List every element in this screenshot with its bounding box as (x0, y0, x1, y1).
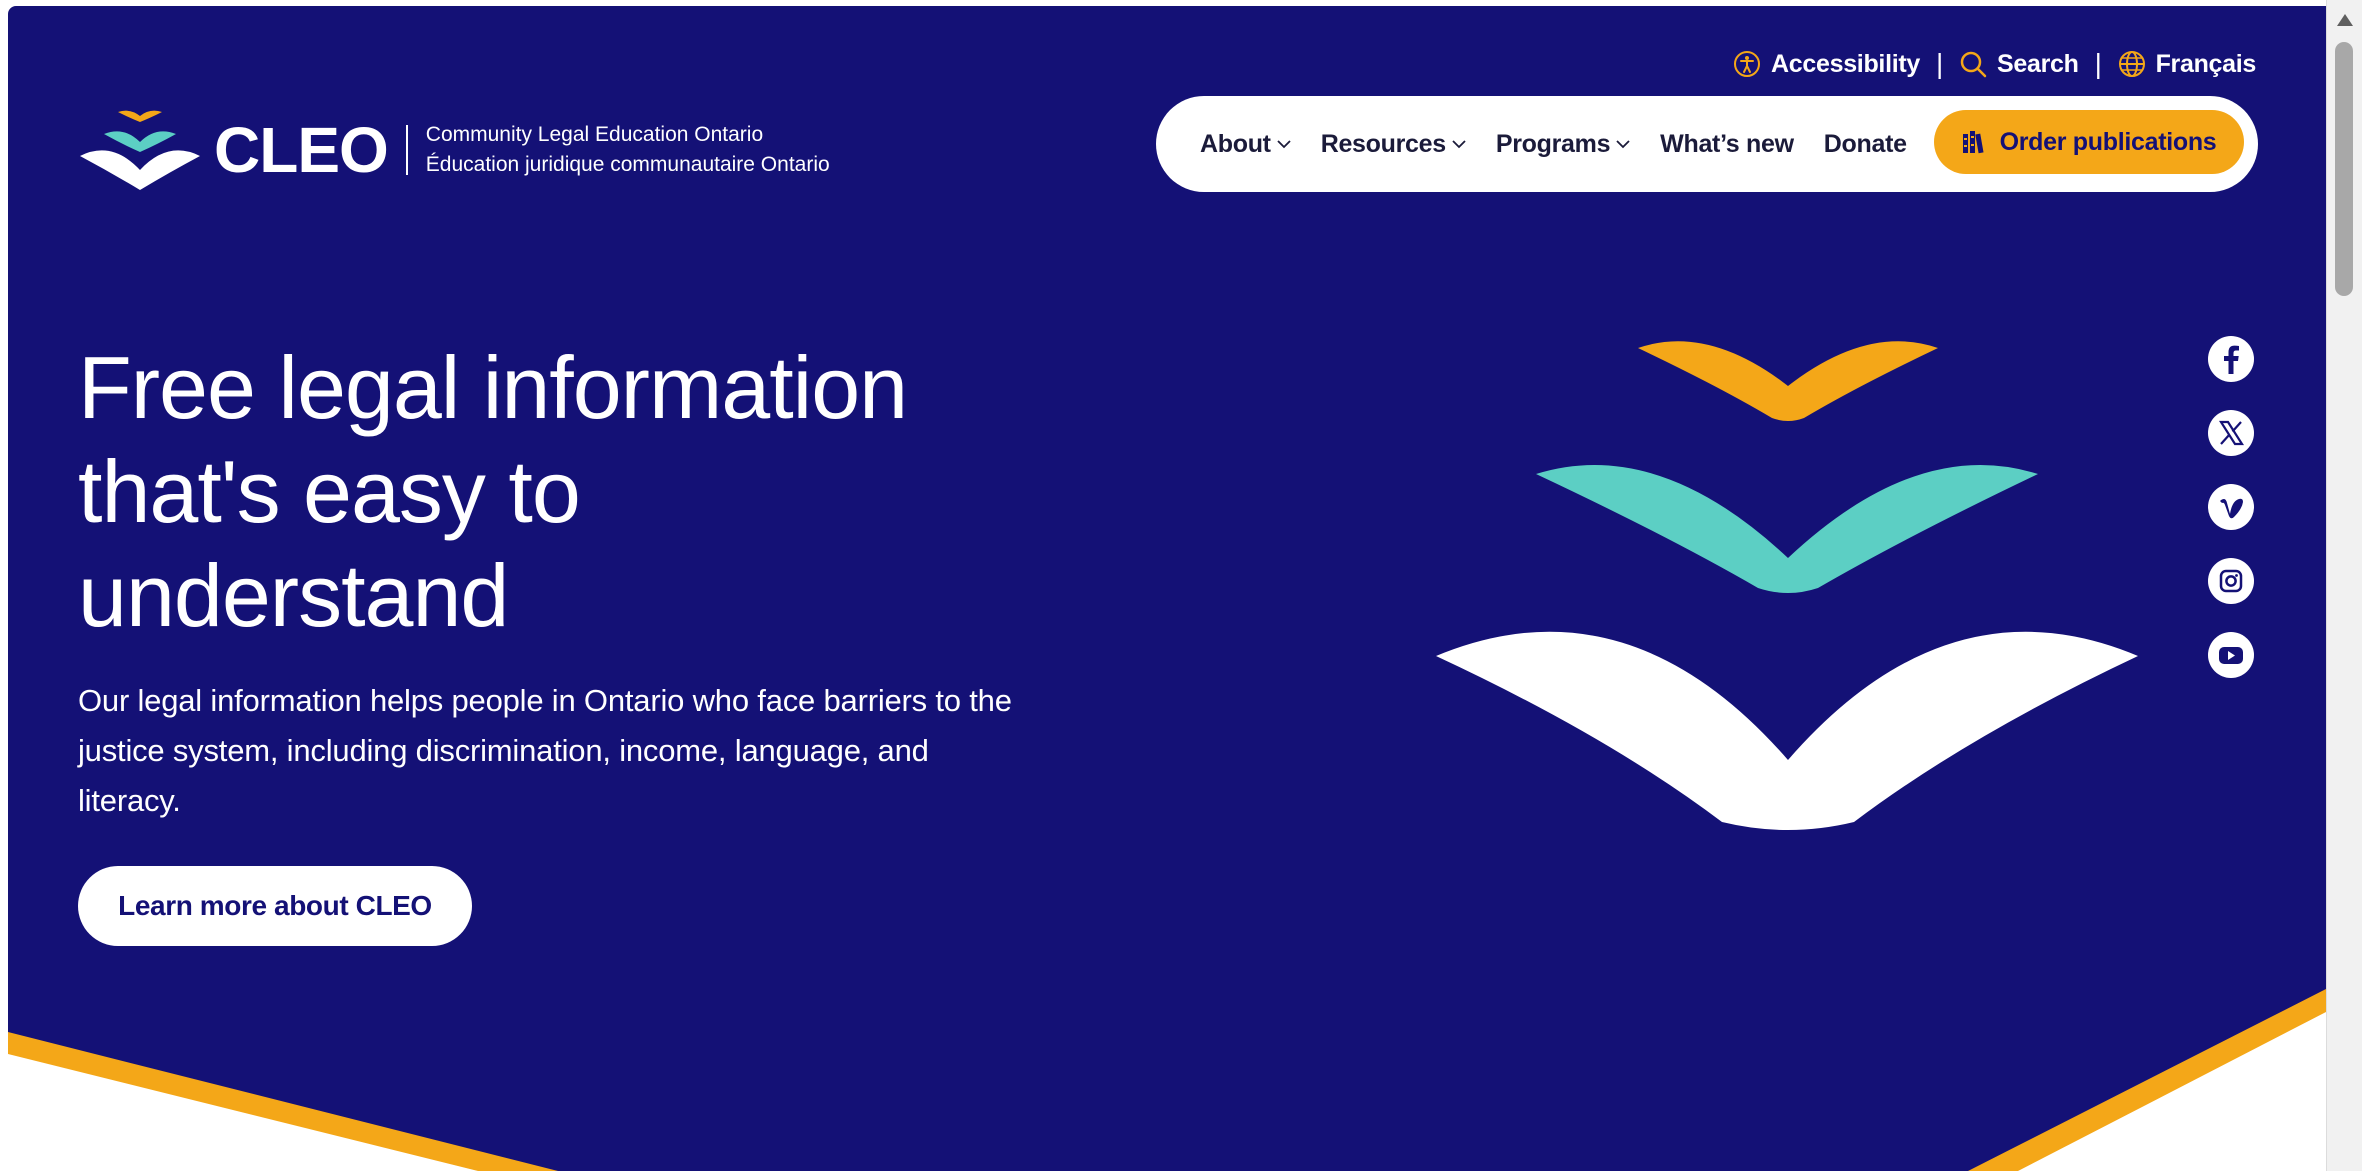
logo-divider (405, 125, 408, 175)
social-links (2208, 336, 2254, 678)
main-nav: About Resources Programs What’s new Dona… (1156, 96, 2258, 192)
headline-line: understand (78, 546, 509, 645)
open-books-illustration (1436, 341, 2138, 830)
browser-viewport: Accessibility | Search | Français CLEO C… (8, 6, 2326, 1171)
vertical-scrollbar[interactable] (2326, 0, 2362, 1171)
learn-more-button[interactable]: Learn more about CLEO (78, 866, 472, 946)
utility-bar: Accessibility | Search | Français (1733, 48, 2256, 80)
accessibility-icon (1734, 51, 1761, 77)
order-publications-button[interactable]: Order publications (1934, 110, 2244, 174)
chevron-down-icon (1616, 140, 1630, 149)
nav-item-resources[interactable]: Resources (1321, 130, 1466, 159)
scroll-up-arrow-icon[interactable] (2337, 14, 2353, 26)
chevron-down-icon (1277, 140, 1291, 149)
instagram-icon[interactable] (2208, 558, 2254, 604)
cleo-logo[interactable]: CLEO Community Legal Education Ontario É… (78, 106, 830, 194)
nav-item-programs[interactable]: Programs (1496, 130, 1630, 159)
nav-item-donate[interactable]: Donate (1824, 130, 1907, 159)
facebook-icon[interactable] (2208, 336, 2254, 382)
headline-line: that's easy to (78, 442, 581, 541)
language-link[interactable]: Français (2118, 50, 2256, 79)
logo-tagline-french: Éducation juridique communautaire Ontari… (425, 153, 830, 176)
search-icon (1960, 51, 1987, 78)
order-publications-label: Order publications (1999, 127, 2217, 156)
nav-item-label: Programs (1495, 129, 1611, 158)
nav-item-label: About (1200, 129, 1271, 158)
hero-headline: Free legal information that's easy to un… (78, 336, 978, 648)
search-label: Search (1996, 49, 2079, 78)
cleo-book-logo-icon (80, 110, 200, 190)
nav-item-about[interactable]: About (1200, 130, 1291, 159)
accessibility-label: Accessibility (1771, 49, 1920, 78)
nav-item-label: What’s new (1660, 129, 1794, 158)
nav-item-label: Donate (1823, 129, 1907, 158)
utility-separator: | (2094, 48, 2102, 79)
utility-separator: | (1936, 48, 1943, 79)
accessibility-link[interactable]: Accessibility (1733, 50, 1920, 79)
search-link[interactable]: Search (1959, 50, 2079, 79)
globe-icon (2118, 51, 2145, 77)
books-icon (1962, 131, 1984, 154)
chevron-down-icon (1452, 140, 1466, 149)
logo-tagline-english: Community Legal Education Ontario (425, 123, 764, 146)
logo-wordmark: CLEO (214, 114, 389, 186)
scroll-thumb[interactable] (2335, 42, 2353, 296)
language-label: Français (2155, 49, 2257, 78)
youtube-icon[interactable] (2208, 632, 2254, 678)
vimeo-icon[interactable] (2208, 484, 2254, 530)
hero-intro-text: Our legal information helps people in On… (78, 683, 1012, 818)
nav-item-whats-new[interactable]: What’s new (1660, 130, 1794, 159)
hero-section: Accessibility | Search | Français CLEO C… (8, 6, 2326, 1171)
nav-item-label: Resources (1320, 129, 1446, 158)
headline-line: Free legal information (78, 338, 908, 437)
logo-tagline: Community Legal Education Ontario Éducat… (426, 120, 830, 180)
x-icon[interactable] (2208, 410, 2254, 456)
